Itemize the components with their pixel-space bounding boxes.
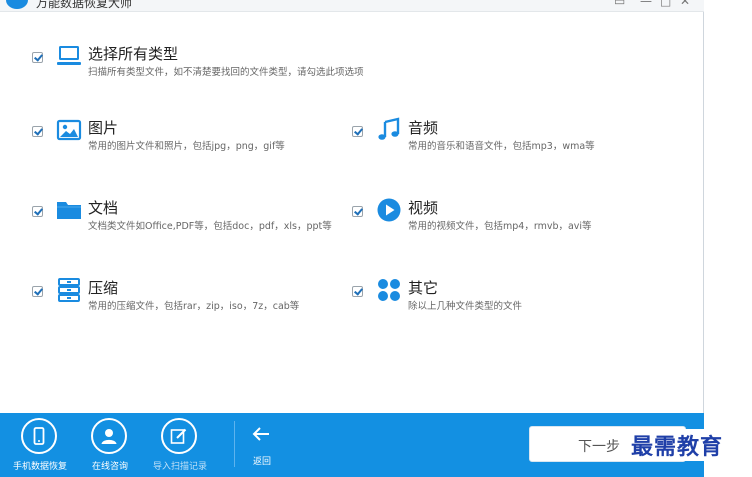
option-desc: 扫描所有类型文件，如不清楚要找回的文件类型，请勾选此项选项 [88,67,364,78]
app-window: 万能数据恢复大师 ▭ — □ ✕ 选择所有类型 扫描所有类型文件，如不清楚要找回… [0,0,704,477]
checkbox-all-types[interactable] [32,52,43,63]
option-audio[interactable]: 音频 常用的音乐和语音文件，包括mp3，wma等 [352,117,652,153]
user-icon [91,418,127,454]
minimize-icon[interactable]: — [640,0,652,7]
bottom-toolbar: 手机数据恢复 在线咨询 导入扫描记录 返回 下一步 [0,413,704,477]
option-title: 文档 [88,199,119,217]
edit-icon [161,418,197,454]
option-title: 压缩 [88,279,119,297]
app-title: 万能数据恢复大师 [36,0,133,10]
option-title: 其它 [408,279,439,297]
checkbox-archive[interactable] [32,286,43,297]
phone-recovery-label: 手机数据恢复 [12,462,67,472]
option-title: 选择所有类型 [88,45,179,63]
phone-recovery-button[interactable]: 手机数据恢复 [7,413,73,477]
option-desc: 除以上几种文件类型的文件 [408,301,523,312]
option-title: 音频 [408,119,439,137]
restore-icon[interactable]: □ [660,0,671,7]
title-bar: 万能数据恢复大师 ▭ — □ ✕ [0,0,704,12]
monitor-icon [57,46,81,65]
checkbox-audio[interactable] [352,126,363,137]
online-consult-button[interactable]: 在线咨询 [77,413,143,477]
app-logo-icon [6,0,28,9]
option-other[interactable]: 其它 除以上几种文件类型的文件 [352,279,652,313]
option-title: 图片 [88,119,119,137]
close-icon[interactable]: ✕ [680,0,690,7]
checkbox-video[interactable] [352,206,363,217]
option-all-types[interactable]: 选择所有类型 扫描所有类型文件，如不清楚要找回的文件类型，请勾选此项选项 [32,45,412,79]
dots-icon [378,279,400,301]
play-icon [377,198,401,222]
folder-icon [57,202,81,219]
menu-icon[interactable]: ▭ [614,0,625,7]
toolbar-divider [234,421,235,467]
back-button[interactable]: 返回 [244,413,280,477]
option-image[interactable]: 图片 常用的图片文件和照片，包括jpg，png，gif等 [32,119,332,153]
option-desc: 常用的视频文件，包括mp4，rmvb，avi等 [408,221,592,232]
online-consult-label: 在线咨询 [91,462,128,472]
music-note-icon [378,117,400,140]
option-title: 视频 [408,199,439,217]
archive-icon [58,278,80,302]
watermark-text: 最需教育 [629,429,726,461]
checkbox-other[interactable] [352,286,363,297]
option-video[interactable]: 视频 常用的视频文件，包括mp4，rmvb，avi等 [352,198,652,233]
checkbox-image[interactable] [32,126,43,137]
option-desc: 常用的音乐和语音文件，包括mp3，wma等 [408,141,595,152]
next-step-label: 下一步 [578,439,620,455]
import-scan-label: 导入扫描记录 [152,462,207,472]
option-document[interactable]: 文档 文档类文件如Office,PDF等，包括doc，pdf，xls，ppt等 [32,199,342,233]
back-arrow-icon [252,427,269,441]
option-desc: 常用的压缩文件，包括rar，zip，iso，7z，cab等 [88,301,300,312]
file-type-options: 选择所有类型 扫描所有类型文件，如不清楚要找回的文件类型，请勾选此项选项 图片 … [0,12,704,412]
back-label: 返回 [252,457,271,467]
option-archive[interactable]: 压缩 常用的压缩文件，包括rar，zip，iso，7z，cab等 [32,278,332,313]
option-desc: 常用的图片文件和照片，包括jpg，png，gif等 [88,141,285,152]
import-scan-button[interactable]: 导入扫描记录 [147,413,213,477]
option-desc: 文档类文件如Office,PDF等，包括doc，pdf，xls，ppt等 [88,221,332,232]
phone-icon [21,418,57,454]
image-icon [56,119,82,141]
checkbox-document[interactable] [32,206,43,217]
